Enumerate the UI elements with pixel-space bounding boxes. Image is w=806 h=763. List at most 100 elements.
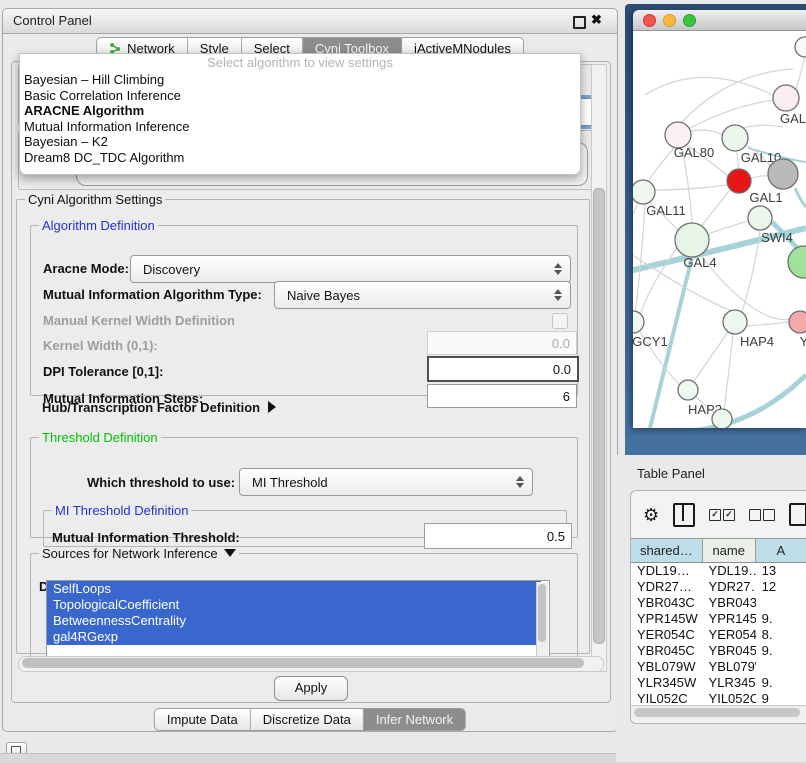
table-row[interactable]: YDL19…YDL19…13 — [631, 563, 806, 579]
attribute-list-item[interactable]: BetweennessCentrality — [47, 613, 541, 629]
attribute-list-item[interactable]: SelfLoops — [47, 581, 541, 597]
network-edge[interactable] — [655, 185, 727, 190]
table-toolbar: ⚙ ✓✓ — [631, 491, 806, 538]
network-edge[interactable] — [751, 176, 768, 178]
gear-icon[interactable]: ⚙ — [643, 506, 659, 524]
table-cell: 9. — [756, 611, 806, 627]
table-row[interactable]: YBR043CYBR043C — [631, 595, 806, 611]
aracne-mode-select[interactable]: Discovery — [130, 255, 571, 283]
dpi-tolerance-field[interactable]: 0.0 — [427, 356, 579, 382]
bottom-tab-impute-data[interactable]: Impute Data — [154, 708, 251, 731]
table-row[interactable]: YBR045CYBR045C9. — [631, 643, 806, 659]
network-edge[interactable] — [708, 221, 749, 234]
float-panel-icon[interactable] — [573, 16, 586, 29]
table-row[interactable]: YLR345WYLR345W9. — [631, 675, 806, 691]
apply-button[interactable]: Apply — [274, 676, 348, 701]
network-node-gal11[interactable] — [633, 180, 655, 204]
zoom-traffic-light-icon[interactable] — [683, 14, 696, 27]
table-row[interactable]: YPR145WYPR145W9. — [631, 611, 806, 627]
list-scrollbar[interactable] — [536, 582, 548, 656]
network-node[interactable] — [788, 246, 806, 278]
network-node-gal1[interactable] — [727, 169, 751, 193]
deselect-all-checkboxes-icon[interactable] — [749, 509, 775, 521]
table-horizontal-scrollbar-thumb[interactable] — [634, 708, 800, 717]
minimize-traffic-light-icon[interactable] — [663, 14, 676, 27]
table-cell: YER054C — [631, 627, 703, 643]
network-node-hap4[interactable] — [723, 310, 747, 334]
algorithm-option[interactable]: Mutual Information Inference — [20, 119, 580, 135]
table-cell: 13 — [756, 563, 806, 579]
network-node[interactable] — [768, 159, 798, 189]
network-edge[interactable] — [633, 203, 638, 235]
document-icon[interactable] — [789, 503, 806, 526]
table-row[interactable]: YBL079WYBL079W — [631, 659, 806, 675]
network-canvas[interactable]: GALGAL80GAL10GAL1GAL11SWI4GAL4GCY1HAP4YH… — [633, 31, 806, 428]
table-horizontal-scrollbar[interactable] — [631, 705, 806, 720]
table-row[interactable]: YIL052CYIL052C9 — [631, 691, 806, 706]
manual-kernel-checkbox[interactable] — [552, 313, 568, 329]
table-panel-title: Table Panel — [637, 466, 705, 481]
algorithm-placeholder: Select algorithm to view settings — [20, 54, 580, 72]
table-row[interactable]: YDR27…YDR27…12 — [631, 579, 806, 595]
column-header[interactable]: name — [703, 539, 756, 562]
network-edge[interactable] — [700, 190, 730, 228]
network-edge[interactable] — [737, 152, 739, 169]
network-node-gal4[interactable] — [675, 223, 709, 257]
network-edge[interactable] — [795, 188, 806, 207]
data-attributes-list[interactable]: SelfLoopsTopologicalCoefficientBetweenne… — [46, 580, 550, 660]
close-icon[interactable]: ✖ — [591, 12, 602, 28]
hub-definition-toggle[interactable]: Hub/Transcription Factor Definition — [42, 400, 276, 415]
spinner-arrows-icon — [554, 263, 562, 275]
network-graph[interactable]: GALGAL80GAL10GAL1GAL11SWI4GAL4GCY1HAP4YH… — [633, 31, 806, 428]
network-edge[interactable] — [645, 78, 773, 96]
settings-horizontal-scrollbar-thumb[interactable] — [22, 658, 584, 668]
network-node[interactable] — [795, 37, 806, 57]
node-table[interactable]: shared…nameA YDL19…YDL19…13YDR27…YDR27…1… — [631, 538, 806, 706]
bottom-tab-infer-network[interactable]: Infer Network — [364, 708, 466, 731]
network-edge[interactable] — [690, 100, 774, 128]
settings-vertical-scrollbar-thumb[interactable] — [593, 188, 605, 644]
network-edge[interactable] — [724, 334, 733, 410]
mi-steps-field[interactable]: 6 — [427, 384, 577, 408]
settings-horizontal-scrollbar[interactable] — [18, 656, 604, 672]
table-cell: 9. — [756, 675, 806, 691]
aracne-mode-label: Aracne Mode: — [43, 261, 129, 276]
select-all-checkboxes-icon[interactable]: ✓✓ — [709, 509, 735, 521]
column-header[interactable]: shared… — [631, 539, 703, 562]
network-node-gal[interactable] — [773, 85, 799, 111]
network-node-swi4[interactable] — [748, 206, 772, 230]
network-edge[interactable] — [694, 332, 728, 381]
algorithm-option[interactable]: Dream8 DC_TDC Algorithm — [20, 150, 580, 166]
cyni-algorithm-settings-legend: Cyni Algorithm Settings — [25, 192, 165, 207]
attribute-list-item[interactable]: TopologicalCoefficient — [47, 597, 541, 613]
network-node-gal10[interactable] — [722, 125, 748, 151]
network-node[interactable] — [712, 409, 732, 428]
table-cell — [756, 595, 806, 611]
sources-legend[interactable]: Sources for Network Inference — [39, 546, 239, 561]
network-edge[interactable] — [796, 55, 805, 89]
kernel-width-field: 0.0 — [427, 331, 577, 355]
close-traffic-light-icon[interactable] — [643, 14, 656, 27]
bottom-tab-discretize-data[interactable]: Discretize Data — [251, 708, 364, 731]
network-edge[interactable] — [747, 322, 789, 326]
threshold-definition-legend: Threshold Definition — [39, 430, 161, 445]
mi-type-select[interactable]: Naive Bayes — [274, 281, 571, 309]
table-cell: YIL052C — [703, 691, 756, 706]
column-header[interactable]: A — [756, 539, 806, 562]
table-cell: YPR145W — [631, 611, 703, 627]
network-edge[interactable] — [691, 130, 722, 135]
attribute-list-item[interactable]: gal4RGexp — [47, 629, 541, 645]
network-node-gcy1[interactable] — [633, 311, 644, 333]
network-node-y[interactable] — [789, 311, 806, 333]
bottom-tab-label: Impute Data — [167, 712, 238, 727]
split-view-icon[interactable] — [673, 503, 695, 527]
network-edge[interactable] — [648, 148, 674, 182]
table-row[interactable]: YER054CYER054C8. — [631, 627, 806, 643]
algorithm-option[interactable]: Bayesian – Hill Climbing — [20, 72, 580, 88]
list-scrollbar-thumb[interactable] — [538, 584, 546, 642]
algorithm-option[interactable]: Basic Correlation Inference — [20, 88, 580, 104]
which-threshold-select[interactable]: MI Threshold — [239, 468, 533, 496]
network-node-hap2[interactable] — [678, 380, 698, 400]
algorithm-option[interactable]: Bayesian – K2 — [20, 134, 580, 150]
algorithm-option[interactable]: ARACNE Algorithm — [20, 103, 580, 119]
